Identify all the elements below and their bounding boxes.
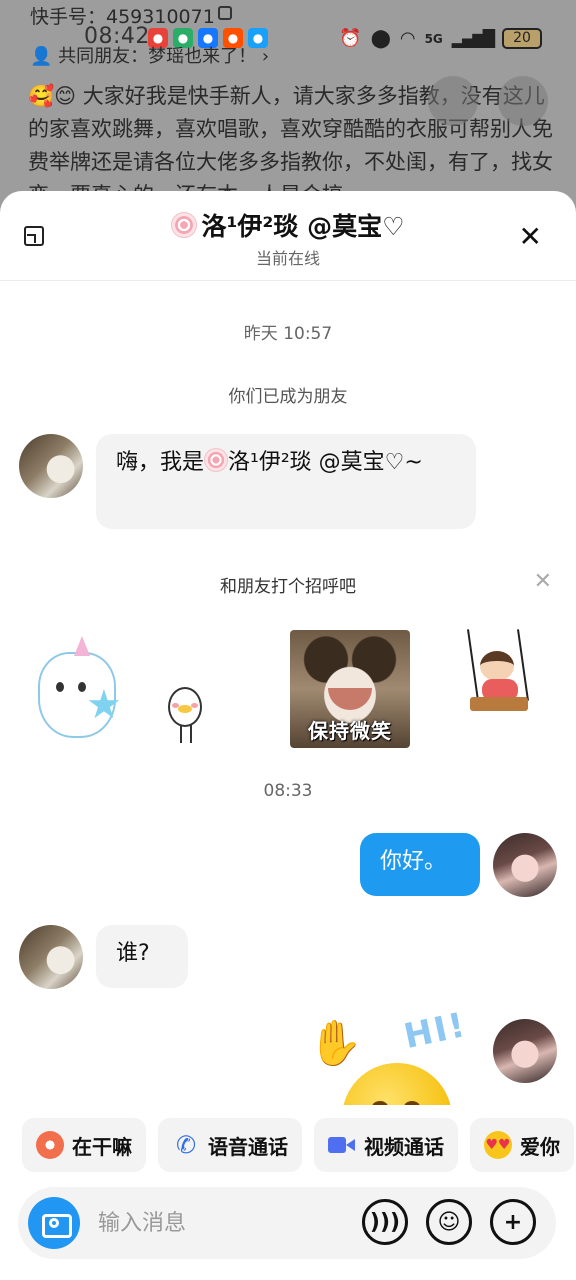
common-friends-text: 共同朋友：梦瑶也来了！ (58, 46, 257, 67)
waving-hand-icon: ✋ (308, 1018, 363, 1069)
star-icon: ★ (86, 682, 122, 728)
system-message: 你们已成为朋友 (228, 387, 348, 407)
greeting-prompt: 和朋友打个招呼吧 (220, 577, 356, 597)
profile-background: 快手号：459310071 08:42 ● ● ● ● ● ⏰ ⬤ ◠ 5G ▂… (0, 0, 576, 215)
message-input[interactable] (98, 1205, 348, 1241)
common-friends[interactable]: 👤 共同朋友：梦瑶也来了！ › (30, 42, 269, 68)
status-icons: ⏰ ⬤ ◠ 5G ▂▄▆█ 20 (339, 28, 542, 49)
unicorn-sticker[interactable]: ★ (38, 636, 122, 742)
candy-emoji-icon (171, 212, 198, 238)
friend-avatar[interactable] (19, 434, 83, 498)
chat-title-block: 洛¹伊²琰 @莫宝♡ 当前在线 (0, 207, 576, 269)
quick-action-video-call[interactable]: 视频通话 (314, 1118, 458, 1172)
husky-smile-sticker[interactable]: 保持微笑 (290, 630, 410, 748)
quick-action-voice-call[interactable]: ✆ 语音通话 (158, 1118, 302, 1172)
message-text: 洛¹伊²琰 @莫宝♡~ (228, 450, 423, 475)
person-icon: 👤 (30, 46, 53, 67)
duck-blush (191, 703, 198, 708)
share-icon (428, 76, 478, 126)
chat-title[interactable]: 洛¹伊²琰 @莫宝♡ (201, 207, 404, 243)
signal-icon: ▂▄▆█ (451, 29, 495, 48)
quick-action-label: 语音通话 (208, 1134, 288, 1159)
emoji-icon[interactable]: ☺ (426, 1199, 472, 1245)
dismiss-greeting-icon[interactable]: ✕ (534, 569, 552, 594)
quick-action-label: 爱你 (520, 1134, 560, 1159)
message-bubble-incoming[interactable]: 嗨，我是 洛¹伊²琰 @莫宝♡~ (96, 434, 476, 529)
swing-rope (516, 629, 530, 701)
battery-icon: 20 (502, 28, 542, 49)
duck-neck (180, 725, 192, 743)
message-bubble-incoming[interactable]: 谁? (96, 925, 188, 988)
quick-action-what-doing[interactable]: 在干嘛 (22, 1118, 146, 1172)
network-icon: 5G (424, 31, 443, 46)
copy-icon (218, 6, 232, 20)
quick-action-love[interactable]: ♥♥ 爱你 (470, 1118, 574, 1172)
video-icon (328, 1131, 356, 1159)
chevron-right-icon: › (261, 46, 270, 67)
voice-input-icon[interactable]: ))) (362, 1199, 408, 1245)
alarm-icon: ⏰ (339, 28, 362, 49)
duck-sticker[interactable] (168, 687, 204, 747)
message-bubble-outgoing[interactable]: 你好。 (360, 833, 480, 896)
more-icon (498, 76, 548, 126)
dog-mouth (328, 688, 372, 710)
close-icon[interactable]: ✕ (519, 223, 542, 251)
hi-text: HI! (400, 1004, 471, 1058)
kid-head (480, 651, 514, 681)
online-status: 当前在线 (255, 249, 320, 268)
message-text: 谁? (116, 941, 150, 966)
location-icon: ⬤ (370, 28, 391, 49)
unicorn-eye (56, 682, 64, 692)
swing-seat (470, 697, 528, 711)
heart-eyes-icon: ♥♥ (484, 1131, 512, 1159)
message-text: 你好。 (380, 849, 447, 874)
swing-kid-sticker[interactable] (466, 629, 536, 724)
message-text: 嗨，我是 (116, 450, 205, 475)
message-input-bar: ))) ☺ + (18, 1187, 556, 1259)
quick-actions-bar: 在干嘛 ✆ 语音通话 视频通话 ♥♥ 爱你 (0, 1105, 576, 1185)
phone-icon: ✆ (175, 1131, 197, 1159)
my-avatar[interactable] (493, 833, 557, 897)
unicorn-horn (74, 636, 90, 656)
swing-rope (466, 629, 480, 701)
camera-icon[interactable] (28, 1197, 80, 1249)
timestamp: 08:33 (263, 781, 313, 801)
unicorn-eye (78, 682, 86, 692)
add-icon[interactable]: + (490, 1199, 536, 1245)
wave-icon (36, 1131, 64, 1159)
timestamp: 昨天 10:57 (243, 324, 333, 344)
friend-avatar[interactable] (19, 925, 83, 989)
sticker-caption: 保持微笑 (308, 719, 392, 743)
quick-action-label: 在干嘛 (72, 1134, 132, 1159)
candy-emoji-icon (204, 448, 229, 472)
quick-action-label: 视频通话 (364, 1134, 444, 1159)
chat-header: 洛¹伊²琰 @莫宝♡ 当前在线 ✕ (0, 191, 576, 281)
hi-wave-sticker[interactable]: ✋ HI! (300, 1005, 480, 1173)
wifi-icon: ◠ (399, 28, 416, 49)
my-avatar[interactable] (493, 1019, 557, 1083)
duck-beak (178, 705, 192, 713)
